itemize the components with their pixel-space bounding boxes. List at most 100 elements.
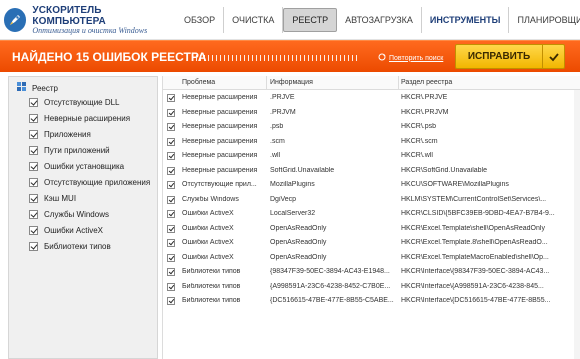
tab-overview[interactable]: ОБЗОР	[176, 8, 223, 32]
tab-scheduler[interactable]: ПЛАНИРОВЩИК	[509, 8, 580, 32]
row-checkbox[interactable]	[167, 239, 175, 247]
cell-info: OpenAsReadOnly	[270, 239, 327, 246]
table-row[interactable]: Библиотеки типов {DC516615-47BE-477E-8B55…	[163, 294, 580, 309]
sidebar-item-app-paths[interactable]: Пути приложений	[29, 146, 110, 155]
sidebar-item-activex-errors[interactable]: Ошибки ActiveX	[29, 226, 103, 235]
registry-icon	[17, 82, 27, 94]
sidebar-item-label: Кэш MUI	[44, 194, 77, 203]
column-header-problem[interactable]: Проблема	[182, 79, 215, 86]
row-checkbox[interactable]	[167, 152, 175, 160]
sidebar-item-applications[interactable]: Приложения	[29, 130, 91, 139]
checkbox[interactable]	[29, 226, 38, 235]
app-subtitle: Оптимизация и очистка Windows	[32, 25, 148, 35]
fix-button[interactable]: ИСПРАВИТЬ	[455, 44, 565, 69]
sidebar-item-label: Пути приложений	[44, 146, 110, 155]
sidebar-item-missing-dll[interactable]: Отсутствующие DLL	[29, 98, 120, 107]
cell-registry-key: HKCR\.wll	[401, 152, 433, 159]
sidebar-item-label: Ошибки ActiveX	[44, 226, 104, 235]
cell-registry-key: HKCR\CLSID\{5BFC39EB-9DBD-4EA7-B7B4-9...	[401, 210, 555, 217]
column-header-info[interactable]: Информация	[270, 79, 313, 86]
column-header-registry-key[interactable]: Раздел реестра	[401, 79, 452, 86]
row-checkbox[interactable]	[167, 123, 175, 131]
row-checkbox[interactable]	[167, 181, 175, 189]
checkbox[interactable]	[29, 210, 38, 219]
row-checkbox[interactable]	[167, 195, 175, 204]
cell-problem: Библиотеки типов	[182, 282, 241, 290]
cell-problem: Ошибки ActiveX	[182, 224, 234, 232]
tab-registry[interactable]: РЕЕСТР	[283, 8, 338, 32]
repeat-search-label: Повторить поиск	[389, 54, 444, 62]
cell-problem: Службы Windows	[182, 195, 239, 203]
cell-registry-key: HKCR\Excel.Template\shell\OpenAsReadOnly	[401, 224, 545, 232]
refresh-icon	[378, 53, 386, 63]
checkbox[interactable]	[29, 242, 38, 251]
results-bar: НАЙДЕНО 15 ОШИБОК РЕЕСТРА Повторить поис…	[0, 40, 580, 72]
fix-button-label: ИСПРАВИТЬ	[467, 51, 531, 62]
table-row[interactable]: Неверные расширения .PRJVM HKCR\.PRJVM	[163, 106, 580, 121]
cell-info: {DC516615-47BE-477E-8B55-C5ABE...	[270, 297, 394, 304]
cell-info: OpenAsReadOnly	[270, 224, 327, 232]
sidebar-item-label: Службы Windows	[44, 210, 109, 219]
table-row[interactable]: Неверные расширения .psb HKCR\.psb	[163, 120, 580, 135]
cell-problem: Неверные расширения	[182, 137, 258, 145]
cell-info: {98347F39-50EC-3894-AC43-E1948...	[270, 268, 390, 275]
table-row[interactable]: Ошибки ActiveX OpenAsReadOnly HKCR\Excel.T…	[163, 236, 580, 251]
cell-registry-key: HKCR\Excel.TemplateMacroEnabled\shell\Op…	[401, 253, 549, 261]
table-row[interactable]: Неверные расширения .wll HKCR\.wll	[163, 149, 580, 164]
row-checkbox[interactable]	[167, 210, 175, 218]
cell-info: OpenAsReadOnly	[270, 253, 327, 261]
tab-cleanup[interactable]: ОЧИСТКА	[224, 8, 282, 32]
row-checkbox[interactable]	[167, 94, 175, 102]
cell-problem: Ошибки ActiveX	[182, 210, 234, 217]
cell-registry-key: HKCR\Interface\{A998591A-23C6-4238-845..…	[401, 282, 544, 290]
sidebar-item-installer-errors[interactable]: Ошибки установщика	[29, 162, 124, 171]
table-row[interactable]: Неверные расширения .scm HKCR\.scm	[163, 135, 580, 150]
row-checkbox[interactable]	[167, 166, 175, 175]
sidebar-item-missing-apps[interactable]: Отсутствующие приложения	[29, 178, 150, 187]
row-checkbox[interactable]	[167, 253, 175, 262]
sidebar-root-registry[interactable]: Реестр	[17, 82, 58, 94]
checkbox[interactable]	[29, 114, 38, 123]
sidebar-item-type-libraries[interactable]: Библиотеки типов	[29, 242, 111, 251]
row-checkbox[interactable]	[167, 224, 175, 233]
tab-tools[interactable]: ИНСТРУМЕНТЫ	[422, 8, 509, 32]
sidebar-item-windows-services[interactable]: Службы Windows	[29, 210, 109, 219]
table-row[interactable]: Неверные расширения SoftGrid.Unavailable H…	[163, 164, 580, 179]
sidebar-item-mui-cache[interactable]: Кэш MUI	[29, 194, 76, 203]
checkbox[interactable]	[29, 162, 38, 171]
checkbox[interactable]	[29, 130, 38, 139]
cell-info: .PRJVE	[270, 94, 295, 101]
row-checkbox[interactable]	[167, 268, 175, 276]
repeat-search-link[interactable]: Повторить поиск	[378, 53, 443, 63]
row-checkbox[interactable]	[167, 282, 175, 291]
table-row[interactable]: Неверные расширения .PRJVE HKCR\.PRJVE	[163, 91, 580, 106]
checkbox[interactable]	[29, 98, 38, 107]
checkmark-icon	[542, 45, 564, 68]
cell-registry-key: HKCR\.psb	[401, 123, 437, 130]
table-row[interactable]: Ошибки ActiveX LocalServer32 HKCR\CLSID\{5…	[163, 207, 580, 222]
cell-info: SoftGrid.Unavailable	[270, 166, 335, 174]
cell-registry-key: HKCR\.PRJVE	[401, 94, 448, 101]
cell-registry-key: HKCU\SOFTWARE\MozillaPlugins	[401, 181, 509, 188]
row-checkbox[interactable]	[167, 137, 175, 146]
main-nav: ОБЗОР ОЧИСТКА РЕЕСТР АВТОЗАГРУЗКА ИНСТРУ…	[176, 0, 580, 40]
table-row[interactable]: Отсутствующие прил... MozillaPlugins HKCU\…	[163, 178, 580, 193]
table-row[interactable]: Ошибки ActiveX OpenAsReadOnly HKCR\Excel.T…	[163, 251, 580, 266]
column-divider[interactable]	[266, 76, 267, 90]
cell-problem: Неверные расширения	[182, 108, 258, 116]
sidebar-item-invalid-extensions[interactable]: Неверные расширения	[29, 114, 130, 123]
vertical-scrollbar[interactable]	[574, 90, 580, 359]
row-checkbox[interactable]	[167, 297, 175, 305]
table-row[interactable]: Библиотеки типов {A998591A-23C6-4238-8452…	[163, 280, 580, 295]
table-row[interactable]: Библиотеки типов {98347F39-50EC-3894-AC43…	[163, 265, 580, 280]
tab-startup[interactable]: АВТОЗАГРУЗКА	[337, 8, 421, 32]
cell-info: .scm	[270, 137, 285, 145]
row-checkbox[interactable]	[167, 108, 175, 117]
table-row[interactable]: Ошибки ActiveX OpenAsReadOnly HKCR\Excel.T…	[163, 222, 580, 237]
column-divider[interactable]	[398, 76, 399, 90]
table-row[interactable]: Службы Windows DgiVecp HKLM\SYSTEM\Current…	[163, 193, 580, 208]
checkbox[interactable]	[29, 178, 38, 187]
cell-registry-key: HKCR\Excel.Template.8\shell\OpenAsReadO.…	[401, 239, 548, 246]
checkbox[interactable]	[29, 146, 38, 155]
checkbox[interactable]	[29, 194, 38, 203]
